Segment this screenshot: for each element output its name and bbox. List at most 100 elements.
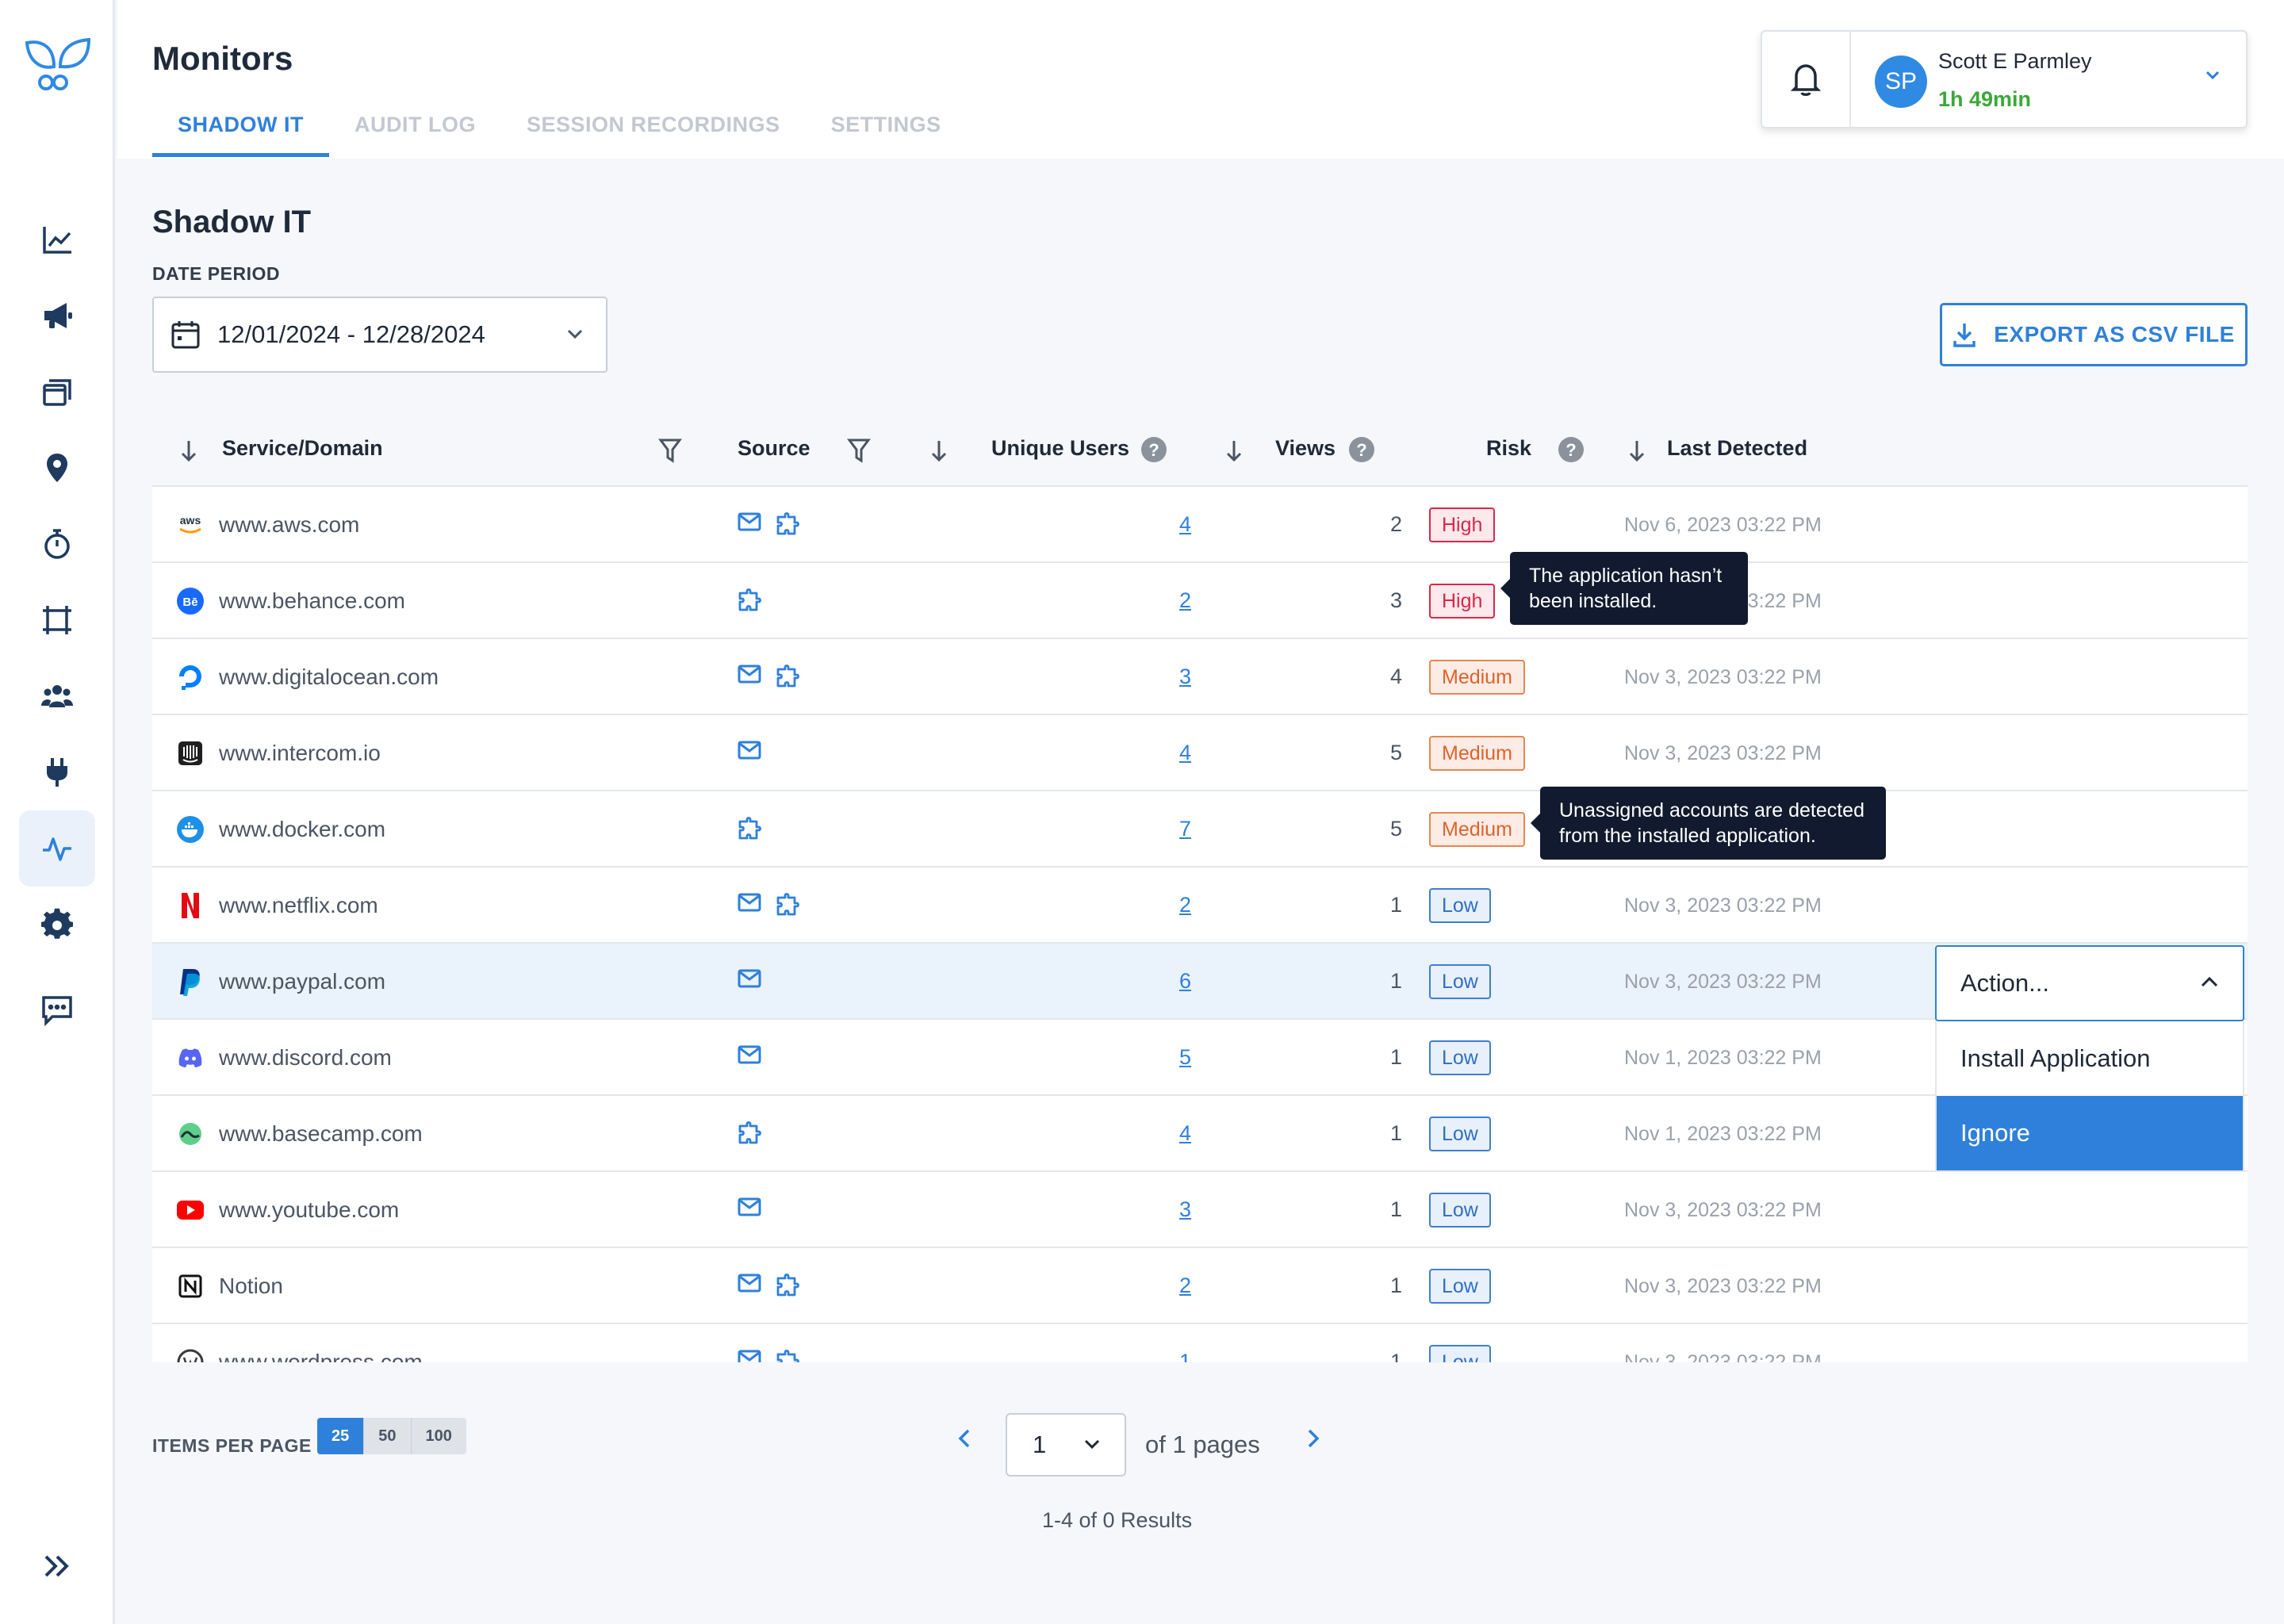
last-detected-date: Nov 3, 2023 03:22 PM	[1624, 894, 1822, 917]
user-menu-chevron-down-icon[interactable]	[2205, 70, 2221, 85]
views-count: 1	[1389, 969, 1402, 993]
expand-sidebar-icon[interactable]	[32, 1546, 82, 1586]
unique-users-link[interactable]: 2	[1159, 588, 1191, 613]
megaphone-icon[interactable]	[19, 278, 95, 354]
risk-badge: Low	[1429, 1345, 1491, 1362]
unique-users-link[interactable]: 5	[1159, 1045, 1191, 1070]
action-ignore[interactable]: Ignore	[1937, 1096, 2243, 1170]
risk-badge: Low	[1429, 888, 1491, 923]
column-header-last-detected[interactable]: Last Detected	[1667, 436, 1807, 461]
service-domain: www.intercom.io	[219, 741, 381, 765]
table-row[interactable]: www.paypal.com 6 1 Low Nov 3, 2023 03:22 PM	[152, 944, 2248, 1020]
source-icons	[738, 969, 761, 988]
sort-arrow-down-icon[interactable]	[1627, 439, 1646, 463]
risk-badge: Medium	[1429, 812, 1525, 847]
column-header-service[interactable]: Service/Domain	[222, 436, 383, 461]
help-question-icon[interactable]: ?	[1348, 436, 1375, 463]
users-group-icon[interactable]	[19, 658, 95, 734]
export-csv-button[interactable]: EXPORT AS CSV FILE	[1940, 303, 2248, 366]
section-title: Shadow IT	[152, 205, 311, 239]
unique-users-link[interactable]: 4	[1159, 741, 1191, 765]
action-menu: Install Application Ignore	[1935, 1021, 2244, 1172]
service-domain: www.netflix.com	[219, 893, 378, 917]
last-detected-date: Nov 1, 2023 03:22 PM	[1624, 1123, 1822, 1145]
previous-page-chevron-left-icon[interactable]	[956, 1427, 972, 1454]
column-header-source[interactable]: Source	[738, 436, 811, 461]
unique-users-link[interactable]: 2	[1159, 893, 1191, 917]
chevron-up-icon	[2201, 976, 2218, 987]
sort-arrow-down-icon[interactable]	[1224, 439, 1244, 463]
table-row[interactable]: www.intercom.io 4 5 Medium Nov 3, 2023 03:22…	[152, 715, 2248, 791]
unique-users-link[interactable]: 3	[1159, 665, 1191, 689]
risk-badge: Low	[1429, 1193, 1491, 1228]
column-header-risk[interactable]: Risk	[1486, 436, 1531, 461]
settings-gear-icon[interactable]	[19, 887, 95, 963]
extension-source-icon	[776, 1274, 799, 1297]
table-row[interactable]: Notion 2 1 Low Nov 3, 2023 03:22 PM	[152, 1248, 2248, 1324]
notifications-bell-icon[interactable]	[1762, 32, 1851, 127]
sort-arrow-down-icon[interactable]	[929, 439, 948, 463]
windows-icon[interactable]	[19, 354, 95, 430]
user-panel: SP Scott E Parmley 1h 49min	[1761, 30, 2248, 128]
column-header-views[interactable]: Views	[1275, 436, 1336, 461]
user-avatar[interactable]: SP	[1875, 56, 1927, 108]
page-size-25[interactable]: 25	[317, 1418, 365, 1454]
column-header-unique-users[interactable]: Unique Users	[991, 436, 1129, 461]
table-row[interactable]: www.netflix.com 2 1 Low Nov 3, 2023 03:22 PM	[152, 868, 2248, 944]
source-icons	[738, 512, 799, 536]
page-size-100[interactable]: 100	[412, 1418, 466, 1454]
location-pin-icon[interactable]	[19, 430, 95, 506]
extension-source-icon	[776, 512, 799, 535]
filter-funnel-icon[interactable]	[847, 438, 871, 463]
unique-users-link[interactable]: 3	[1159, 1197, 1191, 1222]
page-size-50[interactable]: 50	[364, 1418, 412, 1454]
table-row[interactable]: www.docker.com75MediumNov 3, 2023 03:22 …	[152, 791, 2248, 868]
risk-badge: Medium	[1429, 736, 1525, 771]
table-row[interactable]: Bēwww.behance.com23HighNov 3, 2023 03:22…	[152, 563, 2248, 639]
table-row[interactable]: www.digitalocean.com 3 4 Medium Nov 3, 2023 …	[152, 639, 2248, 715]
page-number-select[interactable]: 1	[1006, 1413, 1126, 1477]
screen-capture-icon[interactable]	[19, 582, 95, 658]
filter-funnel-icon[interactable]	[658, 438, 682, 463]
email-source-icon	[738, 1350, 761, 1362]
table-header: Service/Domain Source Unique Users ? Vie…	[152, 419, 2248, 487]
unique-users-link[interactable]: 4	[1159, 1121, 1191, 1146]
unique-users-link[interactable]: 2	[1159, 1274, 1191, 1298]
chat-icon[interactable]	[19, 972, 95, 1048]
app-logo-icon[interactable]	[22, 35, 92, 94]
action-select[interactable]: Action...	[1935, 945, 2244, 1021]
views-count: 3	[1389, 588, 1402, 612]
tab-session-recordings[interactable]: SESSION RECORDINGS	[501, 109, 806, 157]
current-page-value: 1	[1033, 1431, 1047, 1458]
help-question-icon[interactable]: ?	[1558, 436, 1585, 463]
help-question-icon[interactable]: ?	[1140, 436, 1167, 463]
last-detected-date: Nov 3, 2023 03:22 PM	[1624, 1199, 1822, 1221]
table-row[interactable]: www.basecamp.com 4 1 Low Nov 1, 2023 03:22 P…	[152, 1096, 2248, 1172]
plug-icon[interactable]	[19, 734, 95, 810]
table-row[interactable]: www.wordpress.com 1 1 Low Nov 3, 2023 03:22 …	[152, 1324, 2248, 1362]
next-page-chevron-right-icon[interactable]	[1305, 1427, 1321, 1454]
views-count: 1	[1389, 1045, 1402, 1069]
table-row[interactable]: aws www.aws.com 4 2 High Nov 6, 2023 03:22 PM	[152, 487, 2248, 563]
email-source-icon	[738, 1274, 761, 1293]
unique-users-link[interactable]: 4	[1159, 512, 1191, 537]
tab-settings[interactable]: SETTINGS	[806, 109, 967, 157]
unique-users-link[interactable]: 6	[1159, 969, 1191, 994]
email-source-icon	[738, 512, 761, 531]
tab-audit-log[interactable]: AUDIT LOG	[329, 109, 501, 157]
activity-pulse-icon[interactable]	[19, 810, 95, 887]
table-row[interactable]: www.discord.com 5 1 Low Nov 1, 2023 03:22 PM	[152, 1020, 2248, 1096]
total-pages-label: of 1 pages	[1145, 1431, 1260, 1458]
svg-text:?: ?	[1356, 440, 1366, 460]
date-range-picker[interactable]: 12/01/2024 - 12/28/2024	[152, 297, 607, 373]
extension-source-icon	[738, 1121, 761, 1144]
table-row[interactable]: www.youtube.com 3 1 Low Nov 3, 2023 03:22 PM	[152, 1172, 2248, 1248]
sort-arrow-down-icon[interactable]	[179, 439, 198, 463]
action-install-application[interactable]: Install Application	[1937, 1021, 2243, 1096]
tab-shadow-it[interactable]: SHADOW IT	[152, 109, 329, 157]
views-count: 1	[1389, 1197, 1402, 1221]
analytics-icon[interactable]	[19, 201, 95, 278]
unique-users-link[interactable]: 7	[1159, 817, 1191, 841]
unique-users-link[interactable]: 1	[1159, 1350, 1191, 1362]
stopwatch-icon[interactable]	[19, 506, 95, 582]
